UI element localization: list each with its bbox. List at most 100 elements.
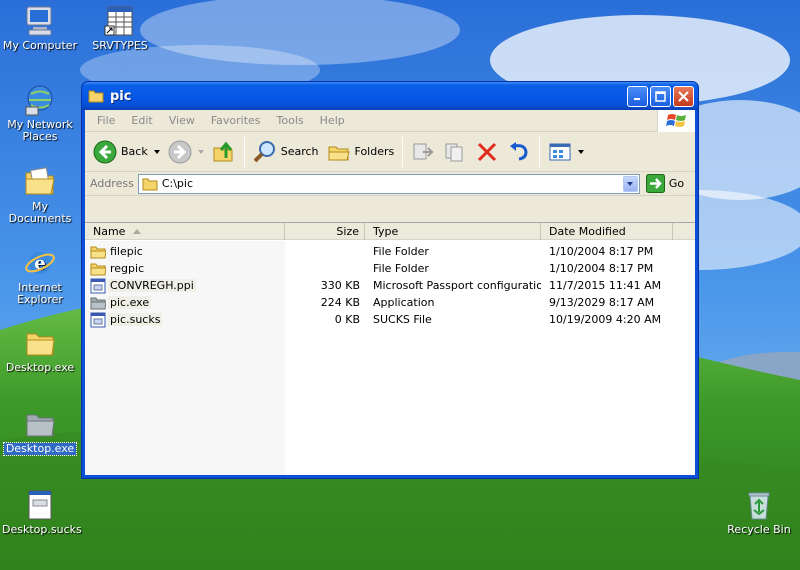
address-dropdown-button[interactable] <box>622 175 638 192</box>
table-row[interactable]: CONVREGH.ppi 330 KB Microsoft Passport c… <box>85 277 695 294</box>
documents-folder-icon <box>25 167 55 195</box>
file-type: Microsoft Passport configuration... <box>373 279 541 292</box>
file-list[interactable]: Name Size Type Date Modified filepic Fil… <box>85 222 695 475</box>
folders-label: Folders <box>354 145 395 158</box>
desktop-icon-desktop-exe-2[interactable]: Desktop.exe <box>0 407 80 456</box>
forward-button[interactable] <box>164 135 208 169</box>
desktop-icon-label: Desktop.sucks <box>2 523 82 536</box>
folder-icon <box>90 297 106 309</box>
delete-button[interactable] <box>471 135 503 169</box>
table-row[interactable]: regpic File Folder 1/10/2004 8:17 PM <box>85 260 695 277</box>
file-size: 330 KB <box>320 279 360 292</box>
folder-icon <box>26 333 55 356</box>
toolbar-separator <box>402 136 404 167</box>
table-row[interactable]: pic.sucks 0 KB SUCKS File 10/19/2009 4:2… <box>85 311 695 328</box>
undo-button[interactable] <box>503 135 535 169</box>
column-header-type[interactable]: Type <box>365 223 541 240</box>
chevron-down-icon[interactable] <box>153 149 160 154</box>
folder-icon <box>142 178 158 190</box>
folder-icon <box>90 246 106 258</box>
file-date: 1/10/2004 8:17 PM <box>549 262 654 275</box>
file-name: CONVREGH.ppi <box>108 279 196 292</box>
maximize-button[interactable] <box>650 86 671 107</box>
back-label: Back <box>121 145 148 158</box>
column-header-date-modified[interactable]: Date Modified <box>541 223 673 240</box>
file-name: pic.sucks <box>108 313 163 326</box>
folder-icon <box>88 90 104 103</box>
back-arrow-icon <box>93 140 117 163</box>
maximize-icon <box>655 91 666 102</box>
undo-icon <box>510 141 528 160</box>
forward-arrow-icon <box>168 140 192 163</box>
table-row[interactable]: filepic File Folder 1/10/2004 8:17 PM <box>85 243 695 260</box>
file-size: 0 KB <box>334 313 360 326</box>
window-title: pic <box>110 88 132 104</box>
desktop-icon-label: My Documents <box>8 200 72 225</box>
minimize-button[interactable] <box>627 86 648 107</box>
folder-icon <box>90 263 106 275</box>
file-rows: filepic File Folder 1/10/2004 8:17 PM re… <box>85 243 695 328</box>
minimize-icon <box>634 98 640 100</box>
desktop-icon-my-network-places[interactable]: My Network Places <box>0 83 80 143</box>
back-button[interactable]: Back <box>89 135 164 169</box>
views-icon <box>549 143 571 160</box>
menu-view[interactable]: View <box>161 114 203 127</box>
search-icon <box>253 140 275 162</box>
toolbar: Back Search Folders <box>85 132 695 172</box>
folder-icon <box>26 414 55 437</box>
folders-icon <box>328 146 350 160</box>
menu-tools[interactable]: Tools <box>269 114 312 127</box>
address-input[interactable]: C:\pic <box>137 173 640 194</box>
column-header-name[interactable]: Name <box>85 223 285 240</box>
desktop-icon-label: My Computer <box>2 39 78 52</box>
search-label: Search <box>280 145 319 158</box>
internet-explorer-icon: e <box>25 252 55 274</box>
menu-bar: File Edit View Favorites Tools Help <box>85 110 695 132</box>
menu-favorites[interactable]: Favorites <box>203 114 269 127</box>
desktop-icon-srvtypes[interactable]: SRVTYPES <box>80 4 160 52</box>
search-button[interactable]: Search <box>249 135 323 169</box>
file-date: 11/7/2015 11:41 AM <box>549 279 662 292</box>
file-name: filepic <box>110 245 143 258</box>
title-bar[interactable]: pic <box>82 82 698 110</box>
file-type: File Folder <box>373 262 429 275</box>
network-icon <box>25 85 53 116</box>
desktop-icon-label: Desktop.exe <box>5 361 75 374</box>
delete-x-icon <box>478 142 497 161</box>
desktop-icon-label: My Network Places <box>7 118 73 143</box>
file-icon <box>90 278 106 293</box>
desktop-icon-my-computer[interactable]: My Computer <box>0 4 80 52</box>
up-folder-button[interactable] <box>208 135 240 169</box>
move-to-button[interactable] <box>407 135 439 169</box>
windows-flag-icon <box>665 114 686 127</box>
column-header-size[interactable]: Size <box>285 223 365 240</box>
desktop-icon-desktop-exe-1[interactable]: Desktop.exe <box>0 326 80 374</box>
table-row[interactable]: pic.exe 224 KB Application 9/13/2029 8:1… <box>85 294 695 311</box>
desktop-icon-desktop-sucks[interactable]: Desktop.sucks <box>0 488 82 536</box>
menu-file[interactable]: File <box>89 114 123 127</box>
menu-help[interactable]: Help <box>312 114 353 127</box>
desktop-icon-label: SRVTYPES <box>92 39 148 52</box>
column-headers: Name Size Type Date Modified <box>85 223 695 240</box>
close-button[interactable] <box>673 86 694 107</box>
views-button[interactable] <box>544 135 588 169</box>
chevron-down-icon[interactable] <box>197 149 204 154</box>
desktop-icon-recycle-bin[interactable]: Recycle Bin <box>719 488 799 536</box>
menu-edit[interactable]: Edit <box>123 114 160 127</box>
desktop-icon-label: Recycle Bin <box>727 523 791 536</box>
up-folder-icon <box>213 141 233 161</box>
file-name: regpic <box>110 262 145 275</box>
chevron-down-icon[interactable] <box>578 149 585 154</box>
folders-button[interactable]: Folders <box>323 135 399 169</box>
file-date: 9/13/2029 8:17 AM <box>549 296 655 309</box>
window-client: File Edit View Favorites Tools Help Back… <box>85 110 695 475</box>
desktop-icon-internet-explorer[interactable]: e Internet Explorer <box>0 246 80 306</box>
copy-to-button[interactable] <box>439 135 471 169</box>
file-icon <box>28 490 52 520</box>
close-icon <box>678 91 689 102</box>
explorer-window[interactable]: pic File Edit View Favorites Tools Help <box>81 81 699 479</box>
go-button[interactable]: Go <box>645 174 684 193</box>
desktop-icon-my-documents[interactable]: My Documents <box>0 165 80 225</box>
desktop-icon-label: Internet Explorer <box>17 281 63 306</box>
file-type: SUCKS File <box>373 313 432 326</box>
